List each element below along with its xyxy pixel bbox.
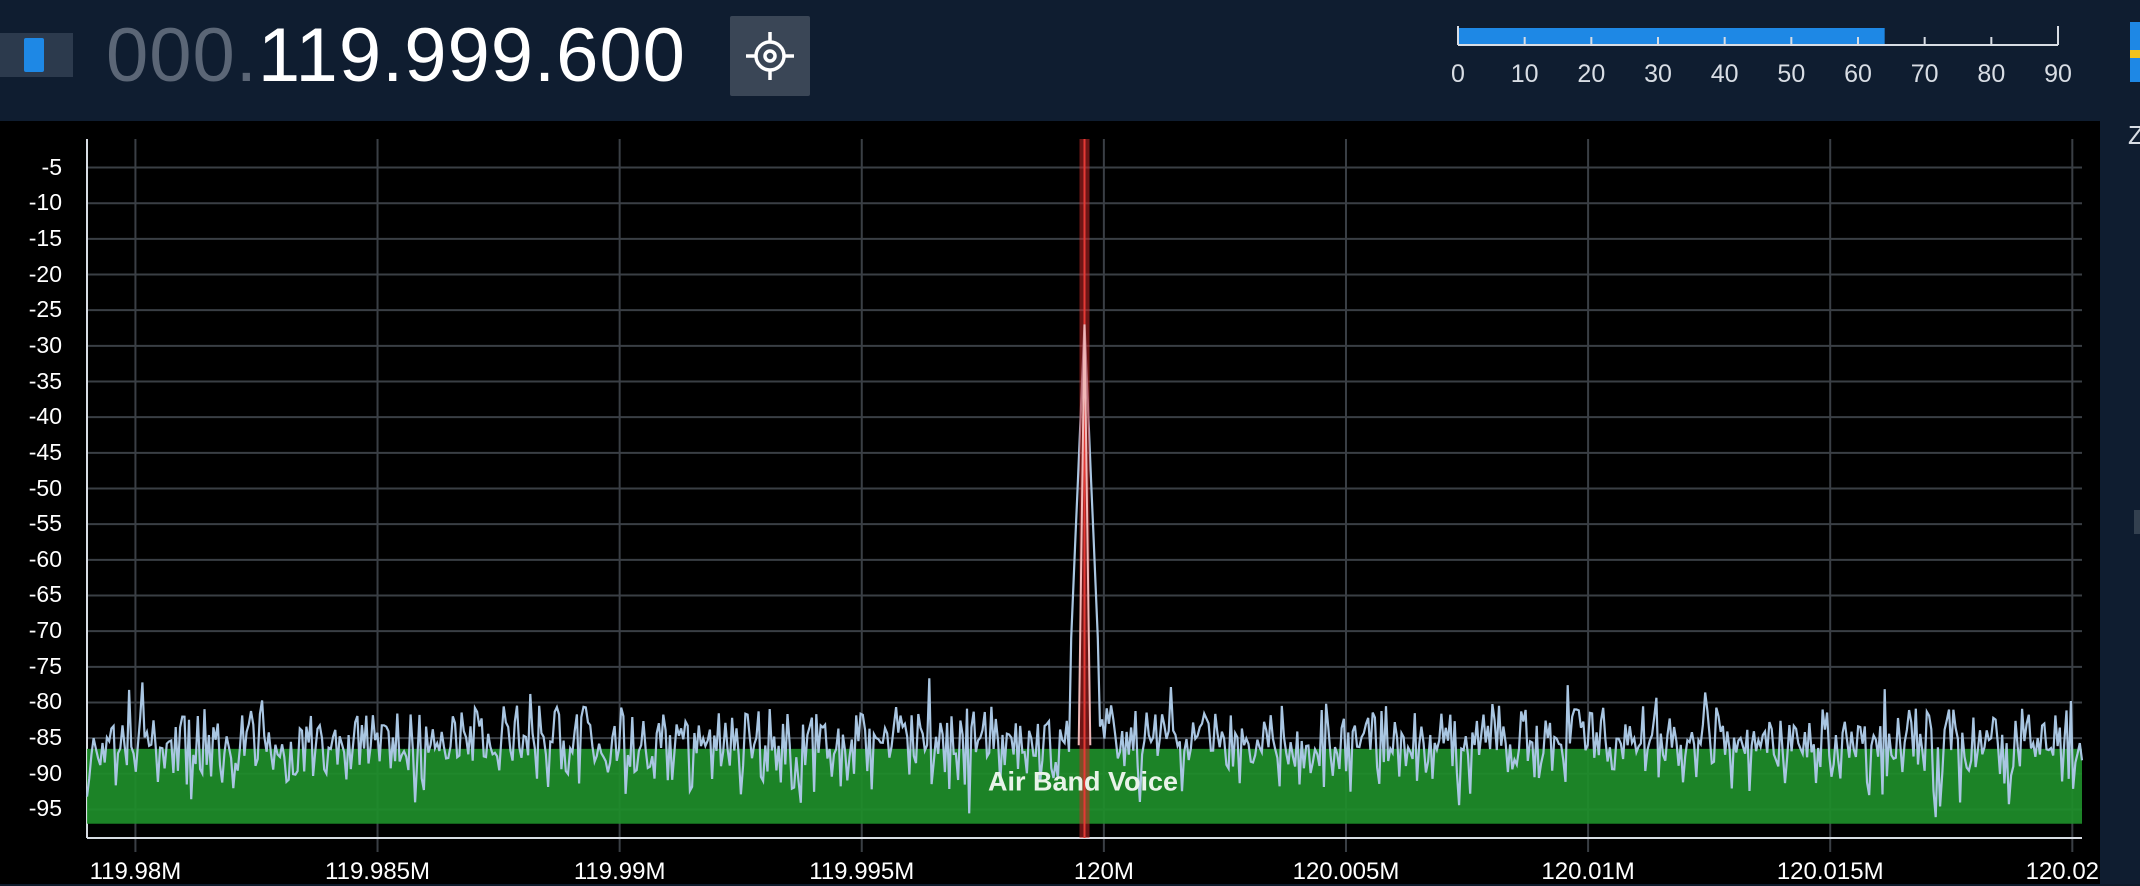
frequency-main: 119.999.600 [257, 13, 686, 98]
y-tick-label: -30 [28, 331, 62, 358]
y-tick-label: -80 [28, 688, 62, 715]
signal-meter-tick-label: 20 [1577, 60, 1606, 88]
y-tick-label: -70 [28, 617, 62, 644]
y-tick-label: -95 [28, 795, 62, 822]
band-label: Air Band Voice [987, 766, 1179, 797]
spectrum-plot[interactable]: Air Band Voice -5 -10 -15 -20 -25 -30 -35 -40 -4… [0, 121, 2119, 885]
x-tick-label: 119.985M [325, 858, 431, 885]
panel-toggle-icon [24, 38, 44, 72]
y-tick-label: -50 [28, 474, 62, 501]
panel-toggle-button[interactable] [0, 33, 73, 77]
signal-meter-tick-label: 80 [1977, 60, 2006, 88]
signal-meter: 0 10 20 30 40 50 60 70 80 90 [1450, 22, 2090, 102]
waterfall-icon[interactable] [2130, 22, 2140, 82]
signal-meter-scale [1457, 26, 2059, 46]
y-tick-label: -90 [28, 759, 62, 786]
y-tick-label: -85 [28, 724, 62, 751]
y-tick-label: -40 [28, 403, 62, 430]
x-tick-label: 119.98M [89, 858, 182, 885]
signal-meter-tick-label: 50 [1777, 60, 1806, 88]
right-panel [2100, 121, 2140, 884]
y-tick-label: -35 [28, 367, 62, 394]
frequency-display[interactable]: 000.119.999.600 [106, 10, 686, 102]
crosshair-icon [746, 32, 794, 80]
signal-meter-tick-label: 30 [1644, 60, 1672, 88]
signal-meter-tick-label: 40 [1710, 60, 1739, 88]
signal-meter-tick-label: 60 [1844, 60, 1872, 88]
y-tick-label: -25 [28, 296, 62, 323]
signal-meter-tick-label: 90 [2044, 60, 2072, 88]
y-tick-label: -55 [28, 510, 62, 537]
y-tick-label: -65 [28, 581, 62, 608]
x-tick-label: 120.01M [1541, 858, 1635, 885]
top-toolbar: 000.119.999.600 0 10 20 30 40 50 60 70 80 90 [0, 0, 2140, 123]
x-tick-label: 119.995M [809, 858, 915, 885]
y-tick-label: -75 [28, 652, 62, 679]
x-tick-label: 120.015M [1776, 858, 1884, 885]
zoom-label-clipped: Z [2128, 120, 2140, 150]
y-tick-label: -5 [41, 153, 62, 180]
signal-level-bar [1458, 28, 1885, 44]
scroll-handle[interactable] [2134, 510, 2140, 534]
signal-meter-tick-label: 10 [1510, 60, 1539, 88]
y-tick-label: -10 [28, 189, 62, 216]
x-tick-label: 120.005M [1292, 858, 1400, 885]
signal-meter-tick-label: 70 [1910, 60, 1939, 88]
signal-meter-tick-label: 0 [1451, 60, 1465, 88]
center-frequency-button[interactable] [730, 16, 810, 96]
y-tick-label: -45 [28, 438, 62, 465]
frequency-prefix: 000. [106, 13, 258, 98]
x-tick-label: 120M [1073, 858, 1134, 885]
y-tick-label: -20 [28, 260, 62, 287]
y-tick-label: -15 [28, 224, 62, 251]
y-tick-label: -60 [28, 545, 62, 572]
x-tick-label: 119.99M [573, 858, 666, 885]
